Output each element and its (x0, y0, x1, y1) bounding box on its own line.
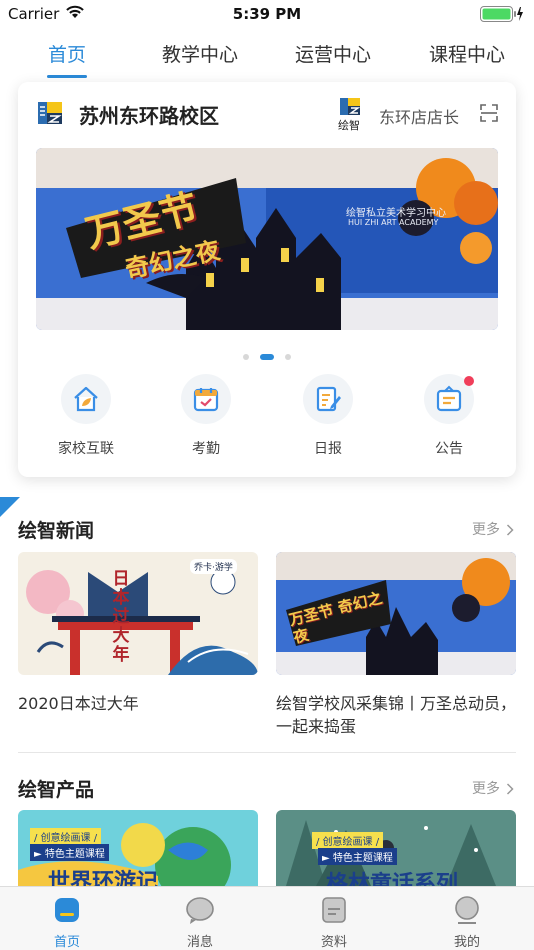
tab-home[interactable]: 首页 (12, 40, 122, 67)
tab-teaching-center[interactable]: 教学中心 (145, 40, 255, 67)
nav-profile[interactable]: 我的 (427, 895, 507, 950)
product-card-world-tour[interactable]: / 创意绘画课 / ► 特色主题课程 世界环游记 (18, 810, 258, 886)
chevron-right-icon (506, 783, 514, 795)
quick-action-notice[interactable]: 公告 (399, 374, 499, 458)
products-more-link[interactable]: 更多 (472, 778, 514, 798)
notification-badge (464, 376, 474, 386)
home-leaf-icon (74, 386, 98, 412)
calendar-check-icon (193, 388, 219, 412)
news-more-link[interactable]: 更多 (472, 519, 514, 539)
product-big-text: 世界环游记 (48, 870, 159, 886)
carousel-dot[interactable] (285, 353, 292, 360)
nav-home[interactable]: 首页 (27, 895, 107, 950)
tab-operations-center[interactable]: 运营中心 (278, 40, 388, 67)
banner-sign: 绘智私立美术学习中心 (346, 208, 446, 219)
corner-accent (0, 497, 20, 517)
brand-small-label: 绘智 (338, 119, 360, 132)
news-title-japan[interactable]: 2020日本过大年 (18, 692, 258, 715)
school-card: 苏州东环路校区 绘智 东环店店长 万圣节 奇幻之夜 绘智私立美术学习中心 HUI… (18, 82, 516, 477)
quick-action-daily-report[interactable]: 日报 (278, 374, 378, 458)
product-big-text: 格林童话系列 (326, 872, 459, 886)
product-tag-2: ► 特色主题课程 (318, 848, 397, 865)
report-edit-icon (316, 386, 341, 412)
brand-badge: 绘智 (338, 97, 362, 132)
bottom-tab-bar: 首页 消息 资料 我的 (0, 886, 534, 950)
product-tag-2: ► 特色主题课程 (30, 844, 109, 861)
nav-label: 资料 (320, 935, 347, 950)
carousel-dot-active[interactable] (260, 353, 274, 360)
profile-icon (455, 896, 479, 924)
quick-action-label: 公告 (435, 441, 463, 457)
nav-label: 我的 (453, 935, 480, 950)
section-divider (18, 752, 516, 753)
quick-action-label: 日报 (314, 441, 342, 457)
product-tag-1: / 创意绘画课 / (30, 828, 102, 845)
quick-action-label: 家校互联 (58, 441, 114, 457)
notice-board-icon (436, 385, 462, 412)
chevron-right-icon (506, 524, 514, 536)
quick-action-label: 考勤 (192, 441, 220, 457)
news-thumbnail-japan[interactable]: 日本过大年 乔卡·游学 (18, 552, 258, 675)
message-icon (186, 897, 214, 924)
thumb-logo-japan: 乔卡·游学 (190, 559, 237, 574)
document-icon (322, 897, 346, 923)
product-tag-1: / 创意绘画课 / (312, 832, 384, 849)
nav-label: 首页 (53, 935, 80, 950)
role-label: 东环店店长 (379, 108, 460, 127)
news-section-title: 绘智新闻 (18, 520, 95, 542)
tab-course-center[interactable]: 课程中心 (412, 40, 522, 67)
more-label: 更多 (472, 781, 500, 797)
school-name[interactable]: 苏州东环路校区 (79, 100, 219, 129)
status-time: 5:39 PM (232, 5, 302, 23)
quick-action-attendance[interactable]: 考勤 (156, 374, 256, 458)
more-label: 更多 (472, 522, 500, 538)
home-icon (55, 898, 79, 922)
products-section-title: 绘智产品 (18, 779, 95, 801)
battery-icon (480, 6, 523, 22)
nav-messages[interactable]: 消息 (160, 895, 240, 950)
app-screen: Carrier 5:39 PM 首页 教学中心 运营中心 课程中心 苏州东环路校… (0, 0, 534, 950)
quick-action-home-school[interactable]: 家校互联 (36, 374, 136, 458)
nav-documents[interactable]: 资料 (294, 895, 374, 950)
active-tab-indicator (47, 75, 87, 78)
top-tab-bar: 首页 教学中心 运营中心 课程中心 (0, 28, 534, 78)
news-thumbnail-halloween[interactable]: 万圣节 奇幻之夜 (276, 552, 516, 675)
nav-label: 消息 (186, 935, 213, 950)
carousel-pager[interactable] (18, 346, 516, 360)
halloween-banner[interactable]: 万圣节 奇幻之夜 绘智私立美术学习中心 HUI ZHI ART ACADEMY (36, 148, 498, 330)
news-title-halloween[interactable]: 绘智学校风采集锦丨万圣总动员，一起来捣蛋 (276, 692, 516, 738)
thumb-text-japan: 日本过大年 (112, 569, 130, 665)
scan-icon[interactable] (480, 104, 498, 122)
status-bar: Carrier 5:39 PM (0, 0, 534, 28)
carousel-dot[interactable] (242, 353, 249, 360)
huizhi-mini-logo-icon (340, 98, 361, 115)
product-card-grimm[interactable]: / 创意绘画课 / ► 特色主题课程 格林童话系列 (276, 810, 516, 886)
banner-sign-en: HUI ZHI ART ACADEMY (348, 218, 439, 227)
huizhi-logo-icon (36, 99, 64, 127)
